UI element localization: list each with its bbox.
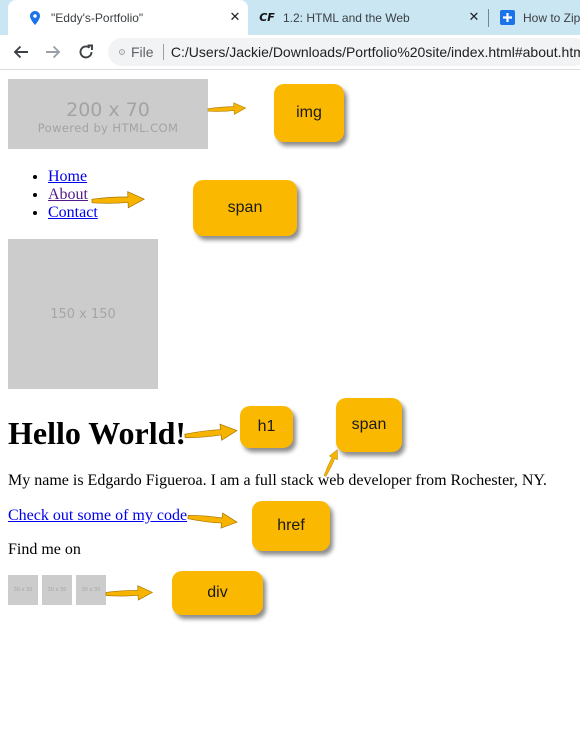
- arrow-to-img-callout: [207, 101, 247, 117]
- logo-size-text: 200 x 70: [66, 99, 150, 121]
- nav-item-about: About: [48, 186, 98, 204]
- nav-link-contact[interactable]: Contact: [48, 204, 98, 221]
- tab-how-to-zip[interactable]: How to Zip: [491, 0, 580, 35]
- social-icon-placeholder[interactable]: 30 x 30: [42, 575, 72, 605]
- tab-html-and-the-web[interactable]: CF 1.2: HTML and the Web ✕: [251, 0, 487, 35]
- annotation-h1: h1: [240, 406, 293, 448]
- arrow-to-h1-callout: [183, 422, 239, 445]
- annotation-img: img: [274, 84, 344, 142]
- annotation-span-text: span: [336, 398, 402, 452]
- annotation-href: href: [252, 501, 330, 551]
- back-arrow-icon: [13, 45, 28, 59]
- plus-box-icon: [499, 10, 515, 26]
- code-link[interactable]: Check out some of my code: [8, 507, 187, 525]
- tab-strip: "Eddy's-Portfolio" ✕ CF 1.2: HTML and th…: [0, 0, 580, 35]
- social-icon-placeholder[interactable]: 30 x 30: [8, 575, 38, 605]
- nav-link-about[interactable]: About: [48, 186, 88, 203]
- nav-item-home: Home: [48, 168, 98, 186]
- info-icon[interactable]: [119, 44, 125, 60]
- reload-button[interactable]: [73, 39, 99, 65]
- find-me-text: Find me on: [8, 541, 81, 558]
- browser-toolbar: File C:/Users/Jackie/Downloads/Portfolio…: [0, 35, 580, 70]
- location-pin-icon: [27, 10, 43, 26]
- close-tab-icon[interactable]: ✕: [228, 10, 242, 24]
- arrow-to-div-callout: [105, 584, 153, 602]
- annotation-div: div: [172, 571, 263, 615]
- profile-size-text: 150 x 150: [50, 306, 116, 322]
- arrow-to-href-callout: [186, 509, 239, 531]
- forward-arrow-icon: [46, 45, 61, 59]
- tab-title: How to Zip: [523, 10, 580, 25]
- tab-separator: [488, 9, 489, 27]
- address-bar[interactable]: File C:/Users/Jackie/Downloads/Portfolio…: [108, 38, 580, 66]
- social-icon-placeholder[interactable]: 30 x 30: [76, 575, 106, 605]
- tab-eddys-portfolio[interactable]: "Eddy's-Portfolio" ✕: [8, 0, 248, 35]
- profile-placeholder-image: 150 x 150: [8, 239, 158, 389]
- arrow-to-about-span: [91, 190, 145, 210]
- address-url: C:/Users/Jackie/Downloads/Portfolio%20si…: [170, 44, 580, 60]
- annotation-span-nav: span: [193, 180, 297, 236]
- nav-item-contact: Contact: [48, 204, 98, 222]
- tab-title: "Eddy's-Portfolio": [51, 10, 144, 25]
- reload-icon: [79, 44, 93, 59]
- nav-list: Home About Contact: [48, 168, 98, 222]
- back-button[interactable]: [8, 39, 34, 65]
- logo-placeholder-image: 200 x 70 Powered by HTML.COM: [8, 79, 208, 149]
- page-heading: Hello World!: [8, 415, 187, 451]
- tab-title: 1.2: HTML and the Web: [283, 10, 410, 25]
- cf-logo-icon: CF: [259, 11, 275, 24]
- nav-link-home[interactable]: Home: [48, 168, 87, 185]
- logo-powered-text: Powered by HTML.COM: [37, 121, 179, 135]
- intro-text: My name is Edgardo Figueroa. I am a full…: [8, 472, 547, 489]
- close-tab-icon[interactable]: ✕: [467, 10, 481, 24]
- forward-button[interactable]: [40, 39, 66, 65]
- scheme-label: File: [130, 44, 154, 60]
